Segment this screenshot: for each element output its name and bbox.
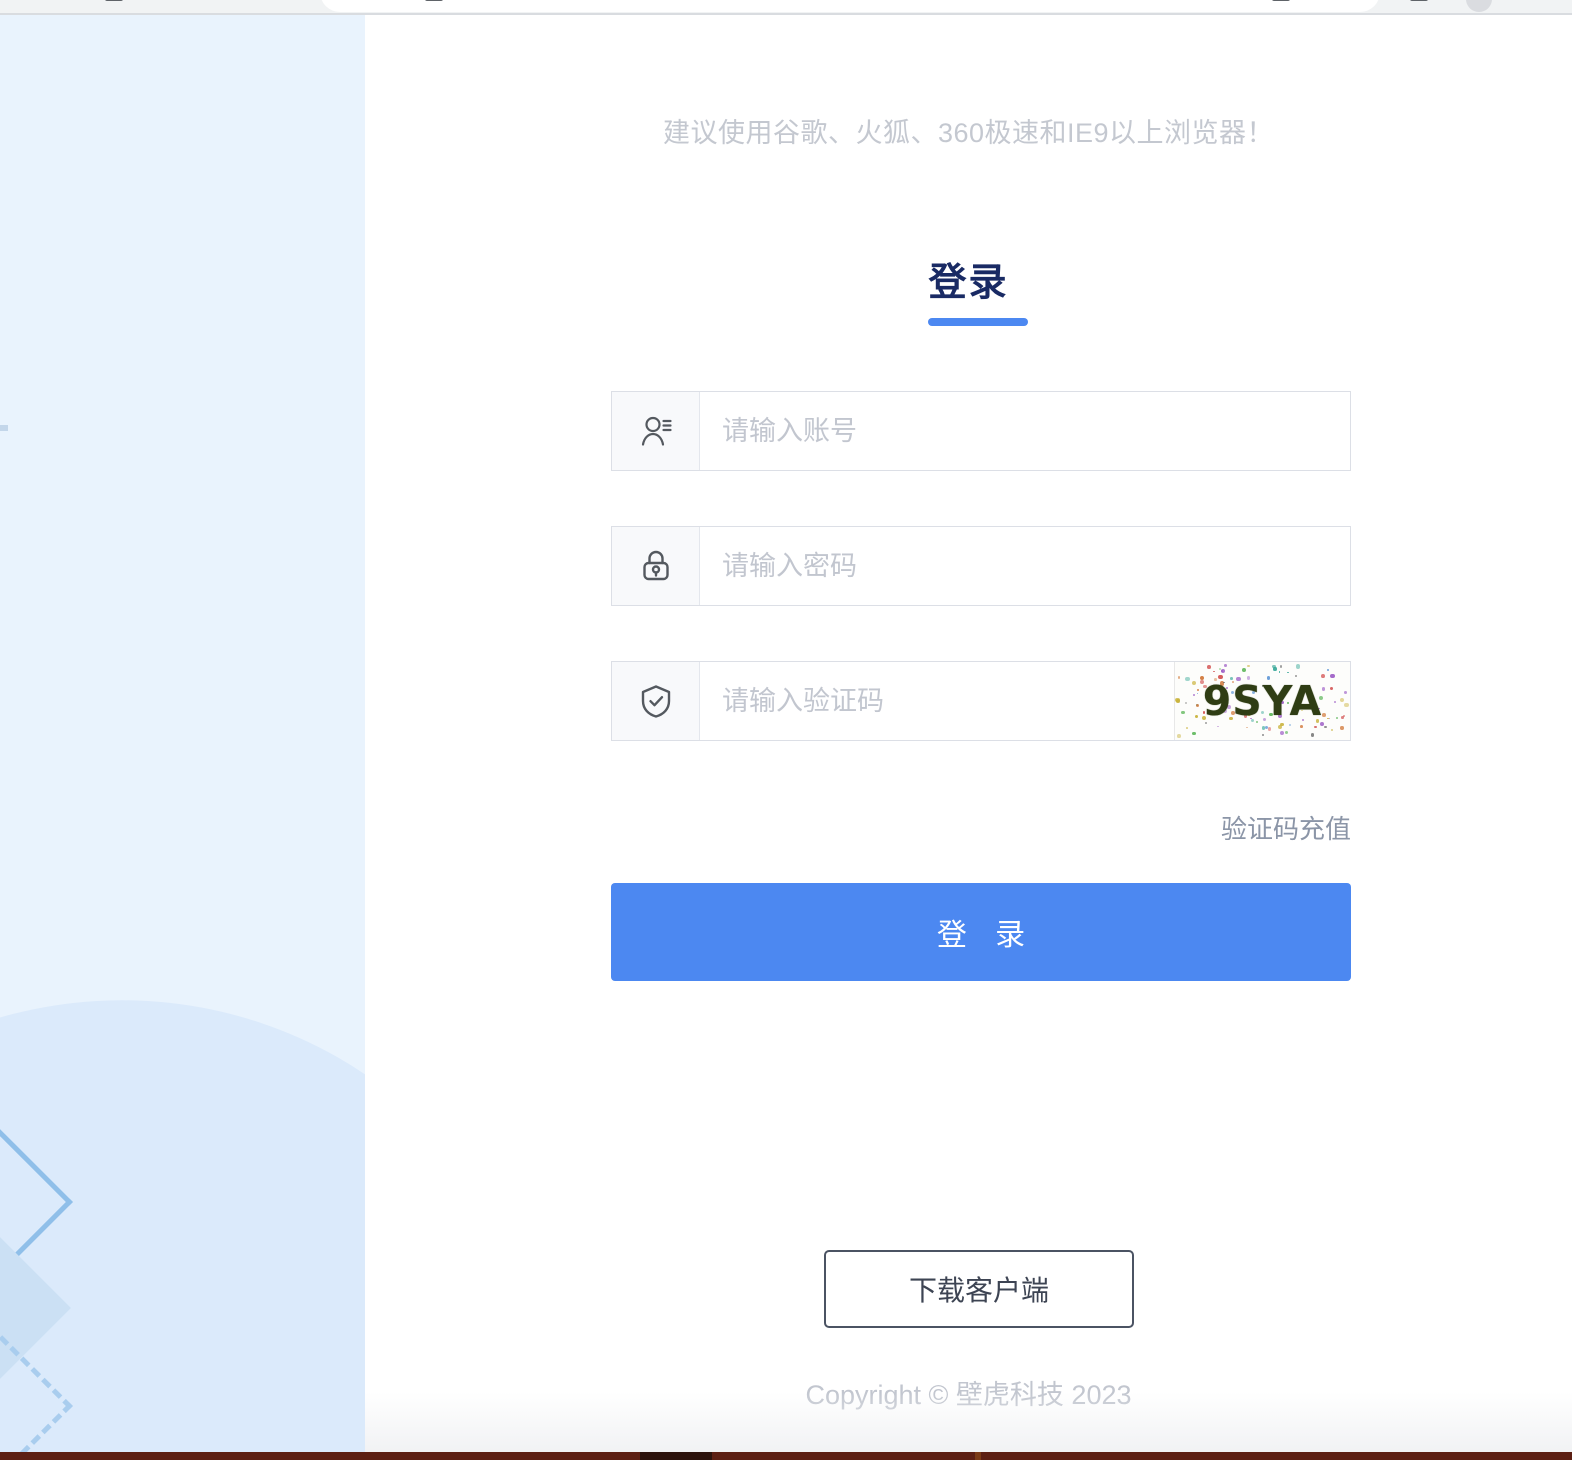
- browser-recommendation-text: 建议使用谷歌、火狐、360极速和IE9以上浏览器！: [662, 118, 1275, 148]
- shield-check-icon: [612, 662, 700, 740]
- login-page: 建议使用谷歌、火狐、360极速和IE9以上浏览器！ 登录 请输入账号 请输入验证…: [0, 0, 1572, 1460]
- login-content: 建议使用谷歌、火狐、360极速和IE9以上浏览器！ 登录 请输入账号 请输入验证…: [365, 15, 1572, 1452]
- account-field-row: [611, 391, 1351, 471]
- captcha-image-text: 9SYA: [1202, 677, 1323, 725]
- browser-menu-icon[interactable]: [1410, 0, 1428, 1]
- os-taskbar: [0, 1452, 1572, 1460]
- browser-profile-avatar[interactable]: [1466, 0, 1492, 12]
- browser-back-icon[interactable]: [105, 0, 123, 1]
- captcha-field-row: 9SYA: [611, 661, 1351, 741]
- login-form: 9SYA: [611, 391, 1351, 741]
- taskbar-segment-dark: [640, 1452, 712, 1460]
- page-bottom-fade: [365, 1392, 1572, 1452]
- user-icon: [612, 392, 700, 470]
- captcha-recharge-link[interactable]: 验证码充值: [611, 809, 1351, 846]
- bookmark-icon[interactable]: [1272, 0, 1290, 1]
- login-button[interactable]: 登 录: [611, 883, 1351, 981]
- browser-reload-icon[interactable]: [425, 0, 443, 1]
- browser-toolbar: [0, 0, 1572, 13]
- download-client-button[interactable]: 下载客户端: [824, 1250, 1134, 1328]
- password-input[interactable]: [700, 527, 1350, 605]
- captcha-input[interactable]: [700, 662, 1174, 740]
- browser-address-bar[interactable]: [320, 0, 1380, 12]
- decorative-side-panel: [0, 15, 365, 1452]
- taskbar-segment-light: [975, 1452, 981, 1460]
- password-field-row: [611, 526, 1351, 606]
- lock-icon: [612, 527, 700, 605]
- page-title: 登录: [928, 262, 1009, 304]
- account-input[interactable]: [700, 392, 1350, 470]
- panel-edge-mark: [0, 425, 8, 431]
- captcha-image[interactable]: 9SYA: [1174, 662, 1350, 740]
- title-underline: [928, 318, 1028, 326]
